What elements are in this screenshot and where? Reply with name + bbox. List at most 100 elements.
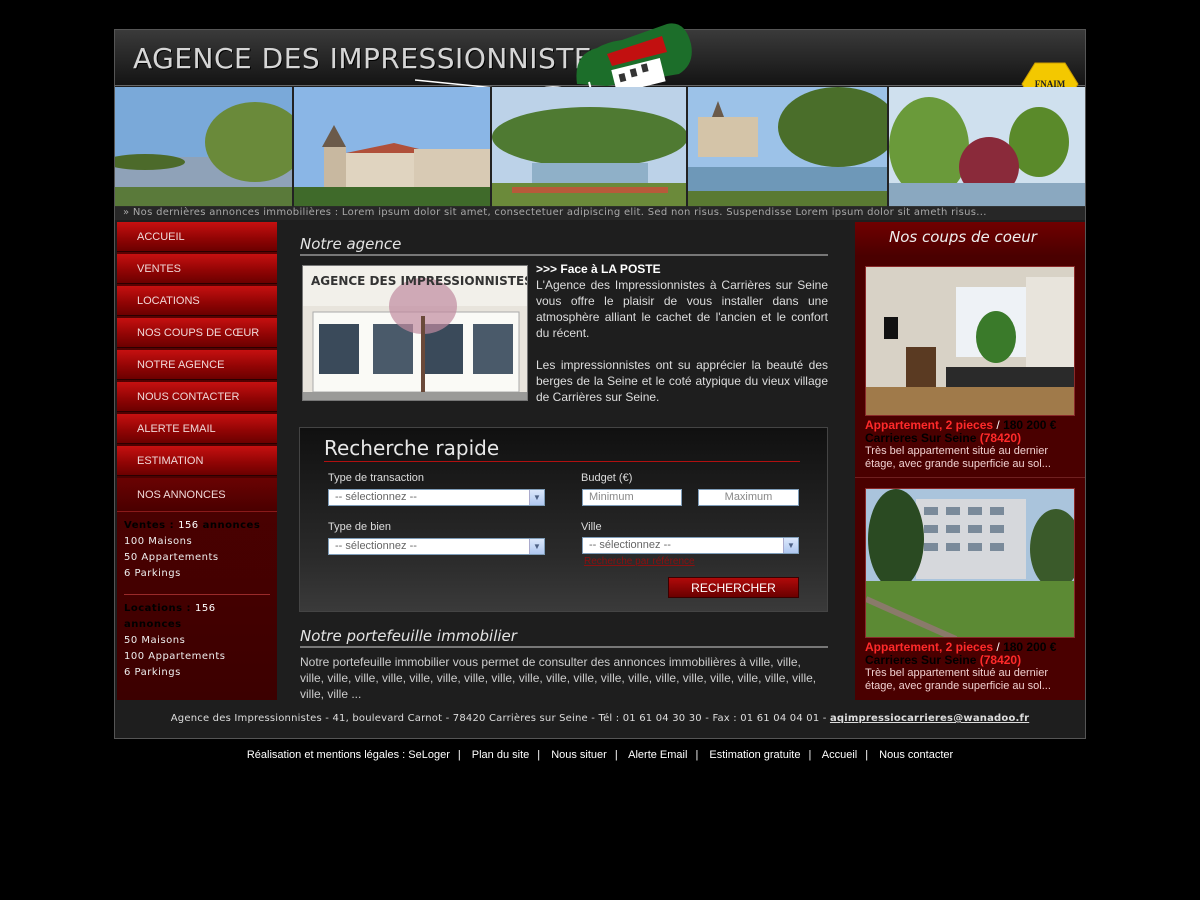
portefeuille-text: Notre portefeuille immobilier vous perme…: [300, 655, 817, 701]
ventes-head-label: Ventes :: [124, 520, 179, 531]
nav-item-estimation[interactable]: ESTIMATION: [117, 446, 277, 476]
footer-link-accueil[interactable]: Accueil: [822, 749, 857, 761]
listing-type: Appartement, 2 pieces: [865, 640, 994, 654]
nav-item-coups-de-coeur[interactable]: NOS COUPS DE CŒUR: [117, 318, 277, 348]
link-separator: |: [457, 749, 461, 761]
chevron-down-icon: ▼: [783, 538, 798, 553]
ville-select[interactable]: -- sélectionnez -- ▼: [582, 537, 799, 554]
ventes-stats: Ventes : 156 annonces 100 Maisons 50 App…: [117, 512, 277, 588]
email-link[interactable]: aqimpressiocarrieres@wanadoo.fr: [830, 713, 1029, 724]
nav-item-ventes[interactable]: VENTES: [117, 254, 277, 284]
locations-stats: Locations : 156 annonces 50 Maisons 100 …: [117, 595, 277, 687]
ventes-line[interactable]: 100 Maisons: [124, 534, 270, 550]
locations-head-label: Locations :: [124, 603, 196, 614]
banner-photo-garden: [492, 87, 688, 207]
footer-links: Réalisation et mentions légales : SeLoge…: [0, 749, 1200, 761]
locations-heading[interactable]: Locations : 156 annonces: [124, 601, 270, 633]
search-button[interactable]: RECHERCHER: [668, 577, 799, 598]
banner-photo-church: [294, 87, 492, 207]
coups-de-coeur-panel: Nos coups de coeur Appartement, 2 pieces…: [855, 222, 1085, 700]
link-separator: |: [614, 749, 618, 761]
locations-line[interactable]: 100 Appartements: [124, 649, 270, 665]
ventes-suffix: annonces: [198, 520, 261, 531]
listing-sep: /: [993, 640, 1004, 654]
quick-search-panel: Recherche rapide Type de transaction -- …: [299, 427, 828, 612]
listing-city: Carrieres Sur Seine (78420): [865, 654, 1085, 667]
listing-type: Appartement, 2 pieces: [865, 418, 994, 432]
locations-suffix: annonces: [124, 619, 182, 630]
link-separator: |: [865, 749, 869, 761]
footer-link-contact[interactable]: Nous contacter: [879, 749, 953, 761]
footer-link-estimation[interactable]: Estimation gratuite: [709, 749, 800, 761]
news-ticker[interactable]: » Nos dernières annonces immobilières : …: [115, 206, 1085, 220]
bien-select[interactable]: -- sélectionnez -- ▼: [328, 538, 545, 555]
portefeuille-section: Notre portefeuille immobilier Notre port…: [300, 627, 828, 702]
agence-paragraph-2: Les impressionnistes ont su apprécier la…: [536, 358, 828, 404]
listing-card[interactable]: Appartement, 2 pieces / 180 200 € Carrie…: [855, 478, 1085, 700]
nav-item-locations[interactable]: LOCATIONS: [117, 286, 277, 316]
footer-address: Agence des Impressionnistes - 41, boulev…: [115, 713, 1085, 724]
coeur-title: Nos coups de coeur: [855, 222, 1085, 256]
site-frame: AGENCE DES IMPRESSIONNISTES FNAIM » Nos …: [114, 23, 1086, 739]
budget-max-input[interactable]: Maximum: [698, 489, 799, 506]
nav-item-nous-contacter[interactable]: NOUS CONTACTER: [117, 382, 277, 412]
locations-count: 156: [195, 603, 216, 614]
address-text: Agence des Impressionnistes - 41, boulev…: [170, 713, 830, 724]
listing-description: Très bel appartement situé au dernier ét…: [865, 445, 1051, 470]
footer-link-plan[interactable]: Plan du site: [472, 749, 529, 761]
search-title: Recherche rapide: [324, 436, 800, 462]
banner-photo-village: [688, 87, 889, 207]
agence-description: >>> Face à LA POSTE L'Agence des Impress…: [536, 261, 828, 405]
bien-label: Type de bien: [328, 521, 391, 533]
listing-photo[interactable]: [865, 266, 1075, 416]
listing-postcode: (78420): [976, 431, 1022, 445]
listing-city-name: Carrieres Sur Seine: [865, 431, 977, 445]
agence-storefront-photo: AGENCE DES IMPRESSIONNISTES: [302, 265, 528, 401]
transaction-select[interactable]: -- sélectionnez -- ▼: [328, 489, 545, 506]
listing-description: Très bel appartement situé au dernier ét…: [865, 667, 1051, 692]
reference-search-link[interactable]: Recherche par référence: [584, 556, 695, 567]
locations-line[interactable]: 6 Parkings: [124, 665, 270, 681]
portefeuille-title: Notre portefeuille immobilier: [300, 627, 828, 648]
listing-photo[interactable]: [865, 488, 1075, 638]
footer-link-situer[interactable]: Nous situer: [551, 749, 607, 761]
listing-city: Carrieres Sur Seine (78420): [865, 432, 1085, 445]
footer-link-alerte[interactable]: Alerte Email: [628, 749, 687, 761]
transaction-select-value: -- sélectionnez --: [335, 491, 417, 503]
chevron-down-icon: ▼: [529, 539, 544, 554]
ventes-line[interactable]: 50 Appartements: [124, 550, 270, 566]
ville-select-value: -- sélectionnez --: [589, 539, 671, 551]
ventes-line[interactable]: 6 Parkings: [124, 566, 270, 582]
listing-sep: /: [993, 418, 1004, 432]
listing-city-name: Carrieres Sur Seine: [865, 653, 977, 667]
sidebar-nav: ACCUEIL VENTES LOCATIONS NOS COUPS DE CŒ…: [117, 222, 277, 700]
nav-item-notre-agence[interactable]: NOTRE AGENCE: [117, 350, 277, 380]
budget-label: Budget (€): [581, 472, 633, 484]
agence-title: Notre agence: [300, 235, 828, 256]
locations-line[interactable]: 50 Maisons: [124, 633, 270, 649]
chevron-down-icon: ▼: [529, 490, 544, 505]
budget-min-input[interactable]: Minimum: [582, 489, 682, 506]
nav-item-alerte-email[interactable]: ALERTE EMAIL: [117, 414, 277, 444]
site-title[interactable]: AGENCE DES IMPRESSIONNISTES: [133, 42, 610, 75]
link-separator: |: [695, 749, 699, 761]
bien-select-value: -- sélectionnez --: [335, 540, 417, 552]
link-separator: |: [537, 749, 541, 761]
ventes-count: 156: [178, 520, 199, 531]
photo-banner: [115, 87, 1085, 207]
nav-item-nos-annonces[interactable]: NOS ANNONCES: [117, 478, 277, 512]
listing-postcode: (78420): [976, 653, 1022, 667]
storefront-sign: AGENCE DES IMPRESSIONNISTES: [311, 274, 528, 288]
banner-photo-willows: [889, 87, 1085, 207]
transaction-label: Type de transaction: [328, 472, 425, 484]
link-separator: |: [808, 749, 812, 761]
listing-card[interactable]: Appartement, 2 pieces / 180 200 € Carrie…: [855, 256, 1085, 478]
agence-section: Notre agence AGENCE DES IMPRESSIONNISTES…: [300, 235, 828, 404]
footer-link-mentions[interactable]: Réalisation et mentions légales : SeLoge…: [247, 749, 450, 761]
listing-price: 180 200 €: [1003, 418, 1057, 432]
ville-label: Ville: [581, 521, 602, 533]
ventes-heading[interactable]: Ventes : 156 annonces: [124, 518, 270, 534]
nav-item-accueil[interactable]: ACCUEIL: [117, 222, 277, 252]
listing-price: 180 200 €: [1003, 640, 1057, 654]
agence-paragraph-1: L'Agence des Impressionnistes à Carrière…: [536, 278, 828, 340]
